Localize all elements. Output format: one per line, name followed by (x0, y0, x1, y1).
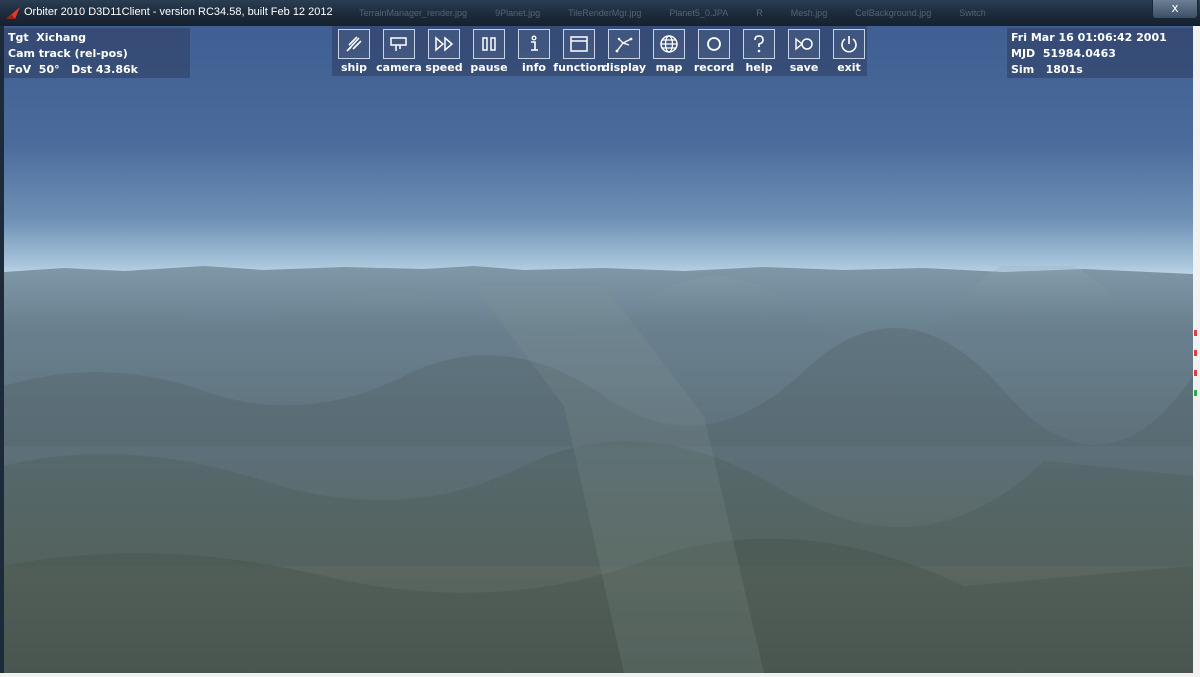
terrain-surface (4, 266, 1193, 673)
window-title: Orbiter 2010 D3D11Client - version RC34.… (24, 6, 333, 18)
background-tab: Switch (959, 8, 986, 18)
ship-button[interactable]: ship (332, 28, 376, 74)
info-button[interactable]: info (512, 28, 556, 74)
display-button[interactable]: display (602, 28, 646, 74)
camera-icon (390, 37, 407, 51)
display-icon (615, 37, 633, 53)
window-frame-bottom (0, 673, 1200, 677)
hud-time-panel: Fri Mar 16 01:06:42 2001 MJD 51984.0463 … (1007, 28, 1193, 78)
window-icon (570, 36, 588, 52)
pause-button[interactable]: pause (467, 28, 511, 74)
power-icon (841, 36, 857, 53)
speed-button[interactable]: speed (422, 28, 466, 74)
map-button[interactable]: map (647, 28, 691, 74)
close-icon: x (1171, 1, 1179, 15)
window-titlebar[interactable]: Orbiter 2010 D3D11Client - version RC34.… (0, 0, 1200, 26)
pause-icon (482, 37, 496, 51)
background-tab: TerrainManager_render.jpg (359, 8, 468, 18)
exit-button[interactable]: exit (827, 28, 871, 74)
hud-target-line: Tgt Xichang (8, 31, 87, 44)
globe-icon (660, 35, 678, 53)
background-tab: Planet5_0.JPA (669, 8, 729, 18)
info-icon (531, 35, 538, 51)
ship-icon (346, 36, 362, 52)
main-toolbar: ship camera speed pause info function di… (332, 26, 867, 76)
function-button[interactable]: function (553, 28, 605, 74)
window-frame-right (1193, 26, 1200, 677)
help-icon (754, 35, 764, 53)
orbiter-app-icon (6, 7, 20, 19)
exit-label: exit (837, 61, 861, 74)
hud-mjd-line: MJD 51984.0463 (1011, 47, 1116, 60)
hud-camera-line: Cam track (rel-pos) (8, 47, 128, 60)
save-icon (795, 37, 813, 51)
background-taskbar-tabs: TerrainManager_render.jpg 9Planet.jpg Ti… (345, 8, 1105, 24)
background-tab: Mesh.jpg (790, 8, 828, 18)
fast-forward-icon (435, 36, 454, 52)
close-button[interactable]: x (1152, 0, 1198, 19)
background-tab: 9Planet.jpg (495, 8, 541, 18)
background-tab: CelBackground.jpg (855, 8, 932, 18)
camera-button[interactable]: camera (376, 28, 422, 74)
background-tab: R (756, 8, 763, 18)
hud-target-panel: Tgt Xichang Cam track (rel-pos) FoV 50° … (4, 28, 190, 78)
background-window-edge (1194, 330, 1197, 396)
hud-date-line: Fri Mar 16 01:06:42 2001 (1011, 31, 1167, 44)
help-button[interactable]: help (737, 28, 781, 74)
hud-sim-line: Sim 1801s (1011, 63, 1083, 76)
record-button[interactable]: record (692, 28, 736, 74)
save-button[interactable]: save (782, 28, 826, 74)
hud-fov-line: FoV 50° Dst 43.86k (8, 63, 138, 76)
background-tab: TileRenderMgr.jpg (568, 8, 642, 18)
record-icon (707, 37, 721, 51)
simulation-viewport[interactable]: Tgt Xichang Cam track (rel-pos) FoV 50° … (4, 26, 1193, 673)
